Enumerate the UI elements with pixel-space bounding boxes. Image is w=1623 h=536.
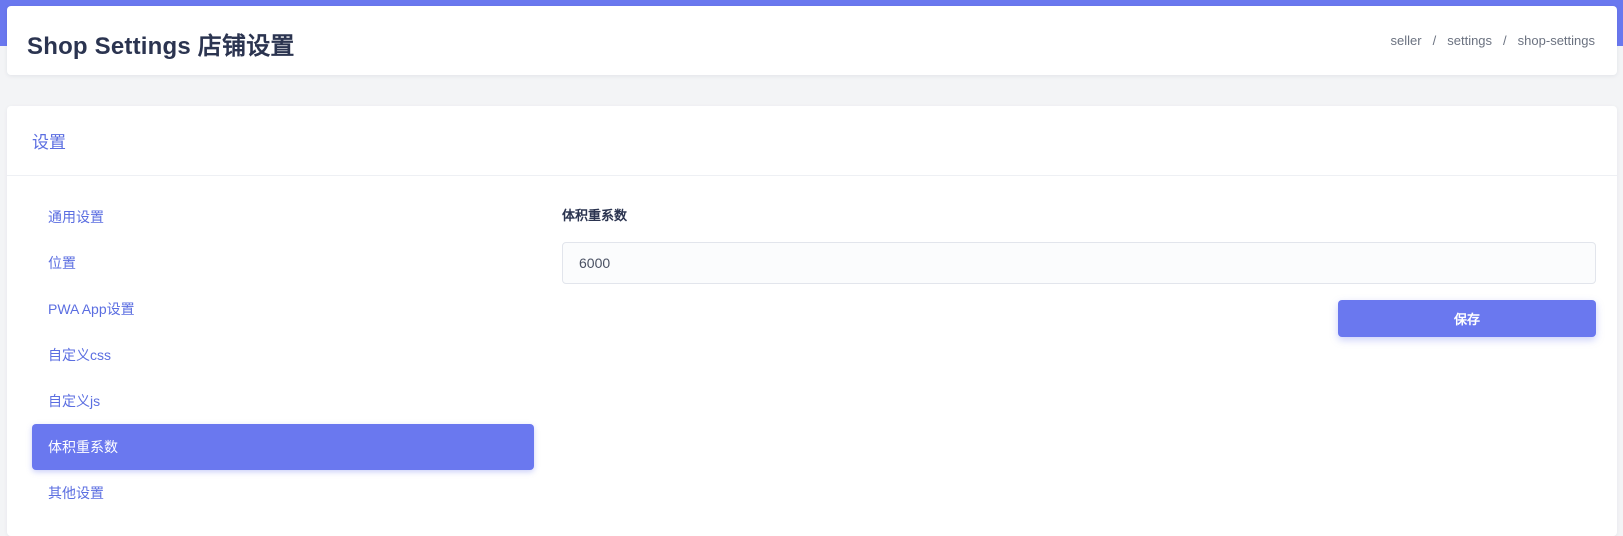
- page-title: Shop Settings 店铺设置: [27, 33, 295, 60]
- sidebar-item-custom-js[interactable]: 自定义js: [32, 378, 534, 424]
- sidebar-item-location[interactable]: 位置: [32, 240, 534, 286]
- breadcrumb: seller / settings / shop-settings: [1391, 33, 1595, 48]
- volume-weight-form: 体积重系数 保存: [562, 201, 1596, 337]
- sidebar-item-pwa-app[interactable]: PWA App设置: [32, 286, 534, 332]
- breadcrumb-shop-settings: shop-settings: [1517, 33, 1595, 48]
- card-header: 设置: [7, 106, 1617, 176]
- save-button[interactable]: 保存: [1338, 300, 1596, 337]
- breadcrumb-separator: /: [1432, 33, 1437, 48]
- volume-weight-input[interactable]: [562, 242, 1596, 284]
- page-header: Shop Settings 店铺设置 seller / settings / s…: [7, 6, 1617, 75]
- breadcrumb-settings[interactable]: settings: [1447, 33, 1492, 48]
- sidebar-item-general[interactable]: 通用设置: [32, 194, 534, 240]
- breadcrumb-separator: /: [1503, 33, 1507, 48]
- sidebar-item-other[interactable]: 其他设置: [32, 470, 534, 516]
- volume-weight-label: 体积重系数: [562, 208, 628, 223]
- settings-card: 设置 通用设置 位置 PWA App设置 自定义css 自定义js 体积重系数 …: [7, 106, 1617, 536]
- breadcrumb-seller[interactable]: seller: [1391, 33, 1422, 48]
- card-title: 设置: [32, 133, 66, 152]
- sidebar-item-custom-css[interactable]: 自定义css: [32, 332, 534, 378]
- sidebar-item-volume-weight[interactable]: 体积重系数: [32, 424, 534, 470]
- settings-sidebar: 通用设置 位置 PWA App设置 自定义css 自定义js 体积重系数 其他设…: [32, 194, 534, 516]
